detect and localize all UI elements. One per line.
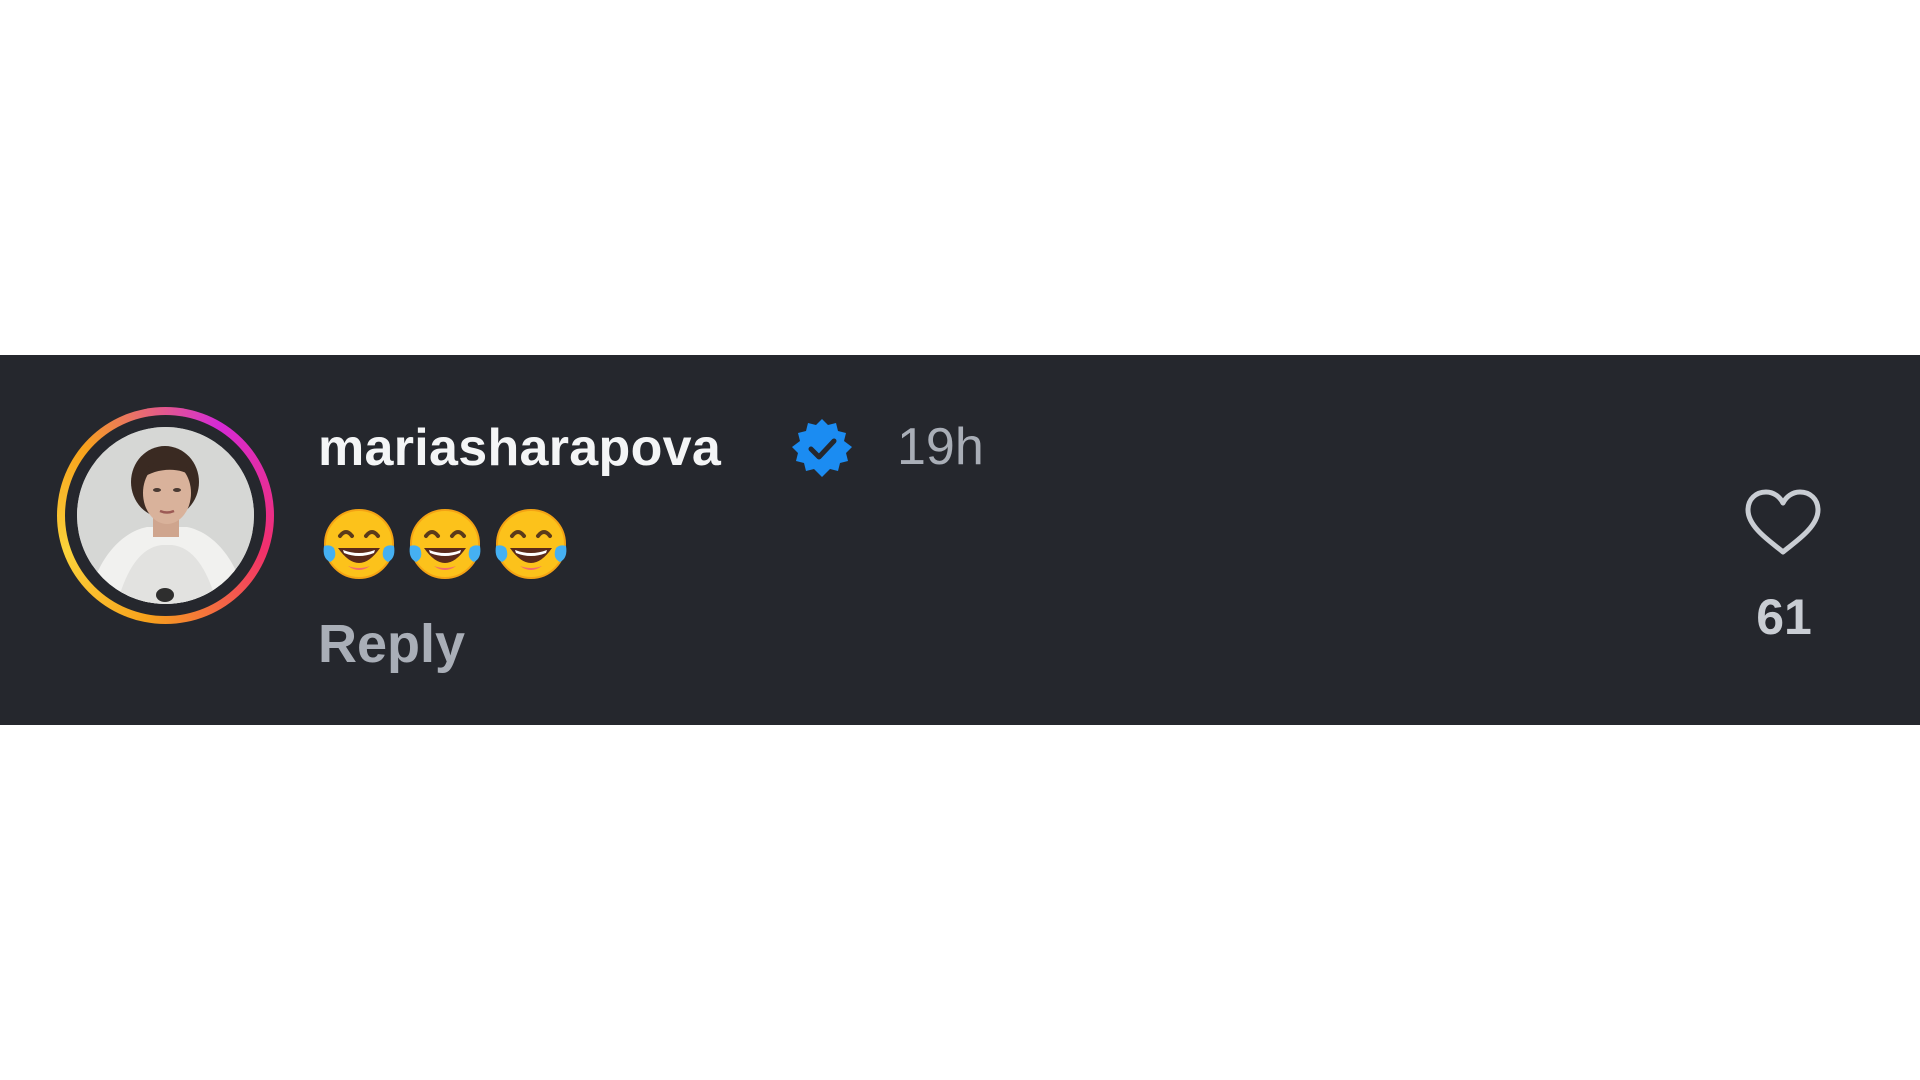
heart-icon[interactable] <box>1744 488 1822 558</box>
avatar-gap <box>65 415 266 616</box>
avatar-portrait-icon <box>77 427 254 604</box>
avatar[interactable] <box>77 427 254 604</box>
face-with-tears-of-joy-icon <box>409 509 481 579</box>
like-count: 61 <box>1756 589 1812 645</box>
comment-text <box>318 505 576 585</box>
face-with-tears-of-joy-icon <box>495 509 567 579</box>
face-with-tears-of-joy-icon <box>323 509 395 579</box>
verified-badge-icon <box>792 419 852 477</box>
timestamp: 19h <box>897 418 984 476</box>
comment-row: mariasharapova 19h Reply 61 <box>0 355 1920 725</box>
story-ring[interactable] <box>57 407 274 624</box>
page: mariasharapova 19h Reply 61 <box>0 0 1920 1080</box>
reply-button[interactable]: Reply <box>318 613 465 675</box>
username[interactable]: mariasharapova <box>318 418 721 478</box>
